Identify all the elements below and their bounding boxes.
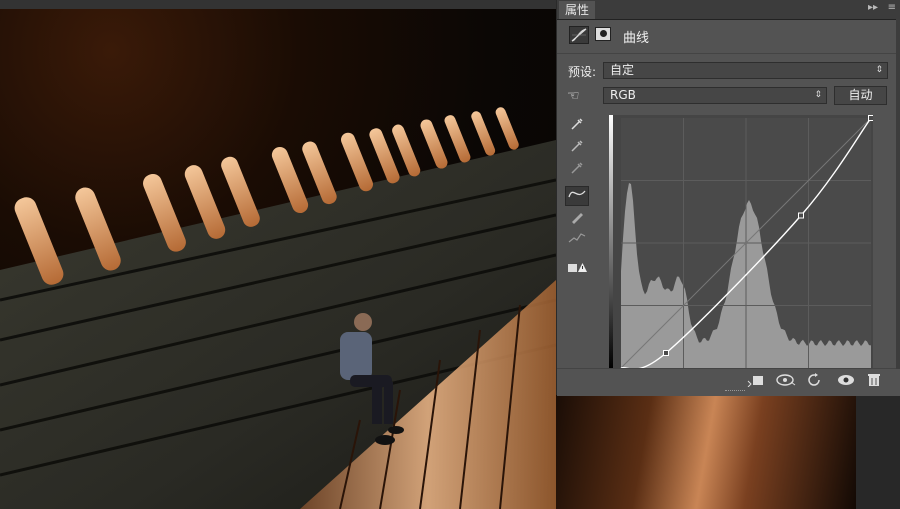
piano-photo [0, 107, 556, 509]
preset-value: 自定 [610, 63, 635, 77]
preset-label: 预设: [568, 65, 597, 79]
tab-properties[interactable]: 属性 [559, 1, 596, 19]
channel-select[interactable]: RGB ⇕ [603, 87, 827, 104]
canvas-bottom-right [556, 395, 856, 509]
panel-scrollbar[interactable] [896, 19, 900, 369]
pencil-draw-icon[interactable] [565, 209, 589, 229]
canvas-top-strip [0, 0, 556, 9]
chevron-updown-icon: ⇕ [814, 90, 822, 100]
clipping-warning-icon[interactable] [565, 259, 589, 279]
reset-icon[interactable] [807, 373, 823, 391]
document-canvas[interactable] [0, 0, 556, 509]
collapse-panel-icon[interactable]: ▸▸ [868, 2, 878, 13]
curve-point-tool-icon[interactable] [565, 186, 589, 206]
layer-mask-icon[interactable] [595, 27, 611, 41]
panel-tab-bar: 属性 ▸▸ ≡ [557, 0, 900, 20]
curves-adjustment-icon[interactable] [569, 26, 589, 44]
hand-targeted-adjustment-icon[interactable]: ☜ [567, 88, 580, 104]
white-point-eyedropper-icon[interactable] [565, 116, 589, 136]
properties-panel: 属性 ▸▸ ≡ 曲线 预设: 自定 ⇕ ☜ RGB ⇕ 自动 [556, 0, 900, 396]
channel-value: RGB [610, 88, 636, 102]
divider [557, 53, 900, 54]
view-previous-state-icon[interactable] [776, 373, 796, 391]
smooth-curve-icon[interactable] [565, 231, 589, 251]
curves-graph[interactable] [609, 115, 873, 369]
resize-handle[interactable] [725, 390, 745, 394]
visibility-eye-icon[interactable] [837, 373, 855, 391]
gray-point-eyedropper-icon[interactable] [565, 138, 589, 158]
black-point-eyedropper-icon[interactable] [565, 160, 589, 180]
curve-control-point[interactable] [798, 212, 804, 219]
delete-trash-icon[interactable] [867, 373, 881, 391]
preset-select[interactable]: 自定 ⇕ [603, 62, 888, 79]
auto-button[interactable]: 自动 [834, 86, 887, 105]
chevron-updown-icon: ⇕ [875, 65, 883, 75]
curve-control-point[interactable] [868, 115, 874, 121]
panel-title: 曲线 [623, 31, 650, 46]
clip-to-layer-icon[interactable] [747, 373, 765, 391]
panel-menu-icon[interactable]: ≡ [888, 2, 896, 13]
curve-control-point[interactable] [663, 350, 669, 356]
